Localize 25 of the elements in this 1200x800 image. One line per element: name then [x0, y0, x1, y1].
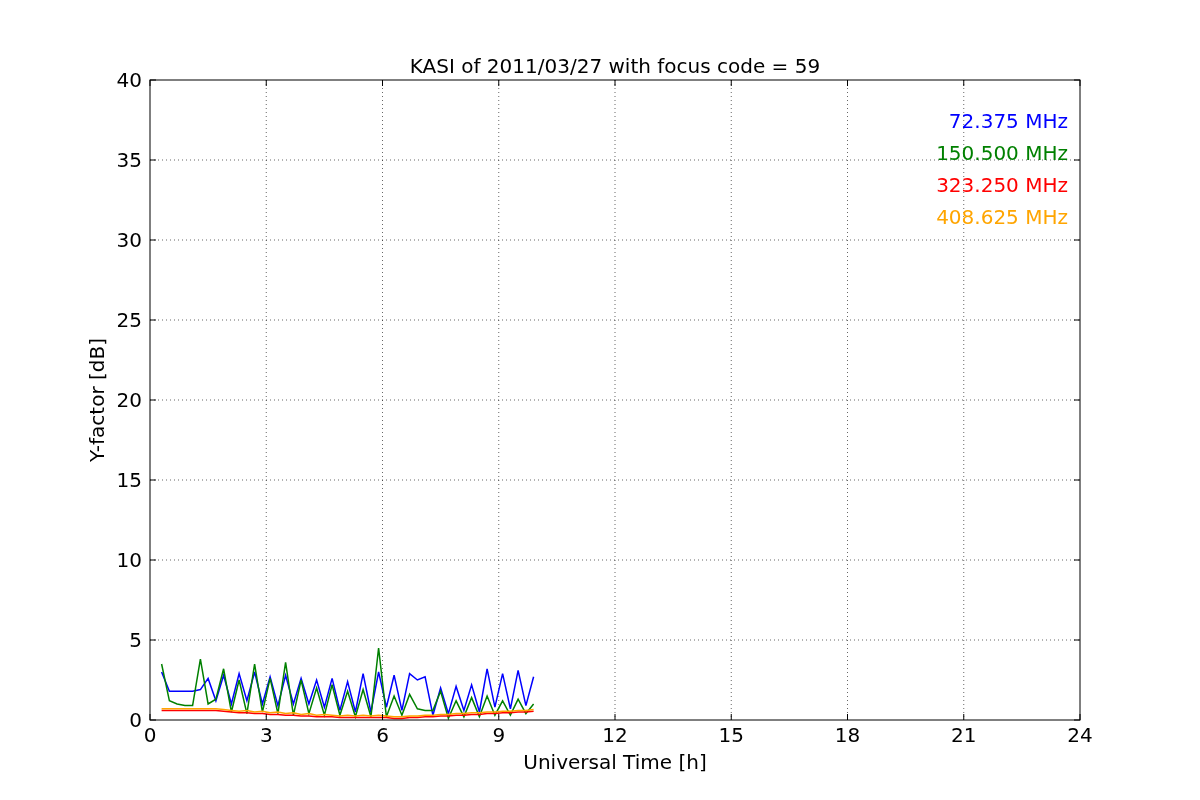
tick-label: 30 [116, 228, 142, 252]
tick-label: 9 [492, 723, 506, 747]
tick-label: 15 [718, 723, 744, 747]
legend-label: 72.375 MHz [948, 109, 1068, 133]
tick-label: 0 [129, 708, 142, 732]
tick-label: 10 [116, 548, 142, 572]
chart-title: KASI of 2011/03/27 with focus code = 59 [409, 54, 821, 78]
tick-label: 12 [602, 723, 628, 747]
tick-label: 40 [116, 68, 142, 92]
tick-label: 0 [143, 723, 157, 747]
tick-label: 20 [116, 388, 142, 412]
tick-label: 15 [116, 468, 142, 492]
tick-label: 18 [834, 723, 861, 747]
tick-label: 25 [116, 308, 142, 332]
legend-label: 323.250 MHz [936, 173, 1068, 197]
x-axis-label: Universal Time [h] [523, 750, 707, 774]
legend-label: 408.625 MHz [936, 205, 1068, 229]
y-axis-label: Y-factor [dB] [85, 338, 109, 462]
tick-label: 21 [951, 723, 977, 747]
tick-label: 5 [129, 628, 142, 652]
tick-label: 3 [259, 723, 273, 747]
legend-label: 150.500 MHz [936, 141, 1068, 165]
tick-label: 35 [116, 148, 142, 172]
tick-label: 6 [376, 723, 389, 747]
tick-label: 24 [1067, 723, 1093, 747]
